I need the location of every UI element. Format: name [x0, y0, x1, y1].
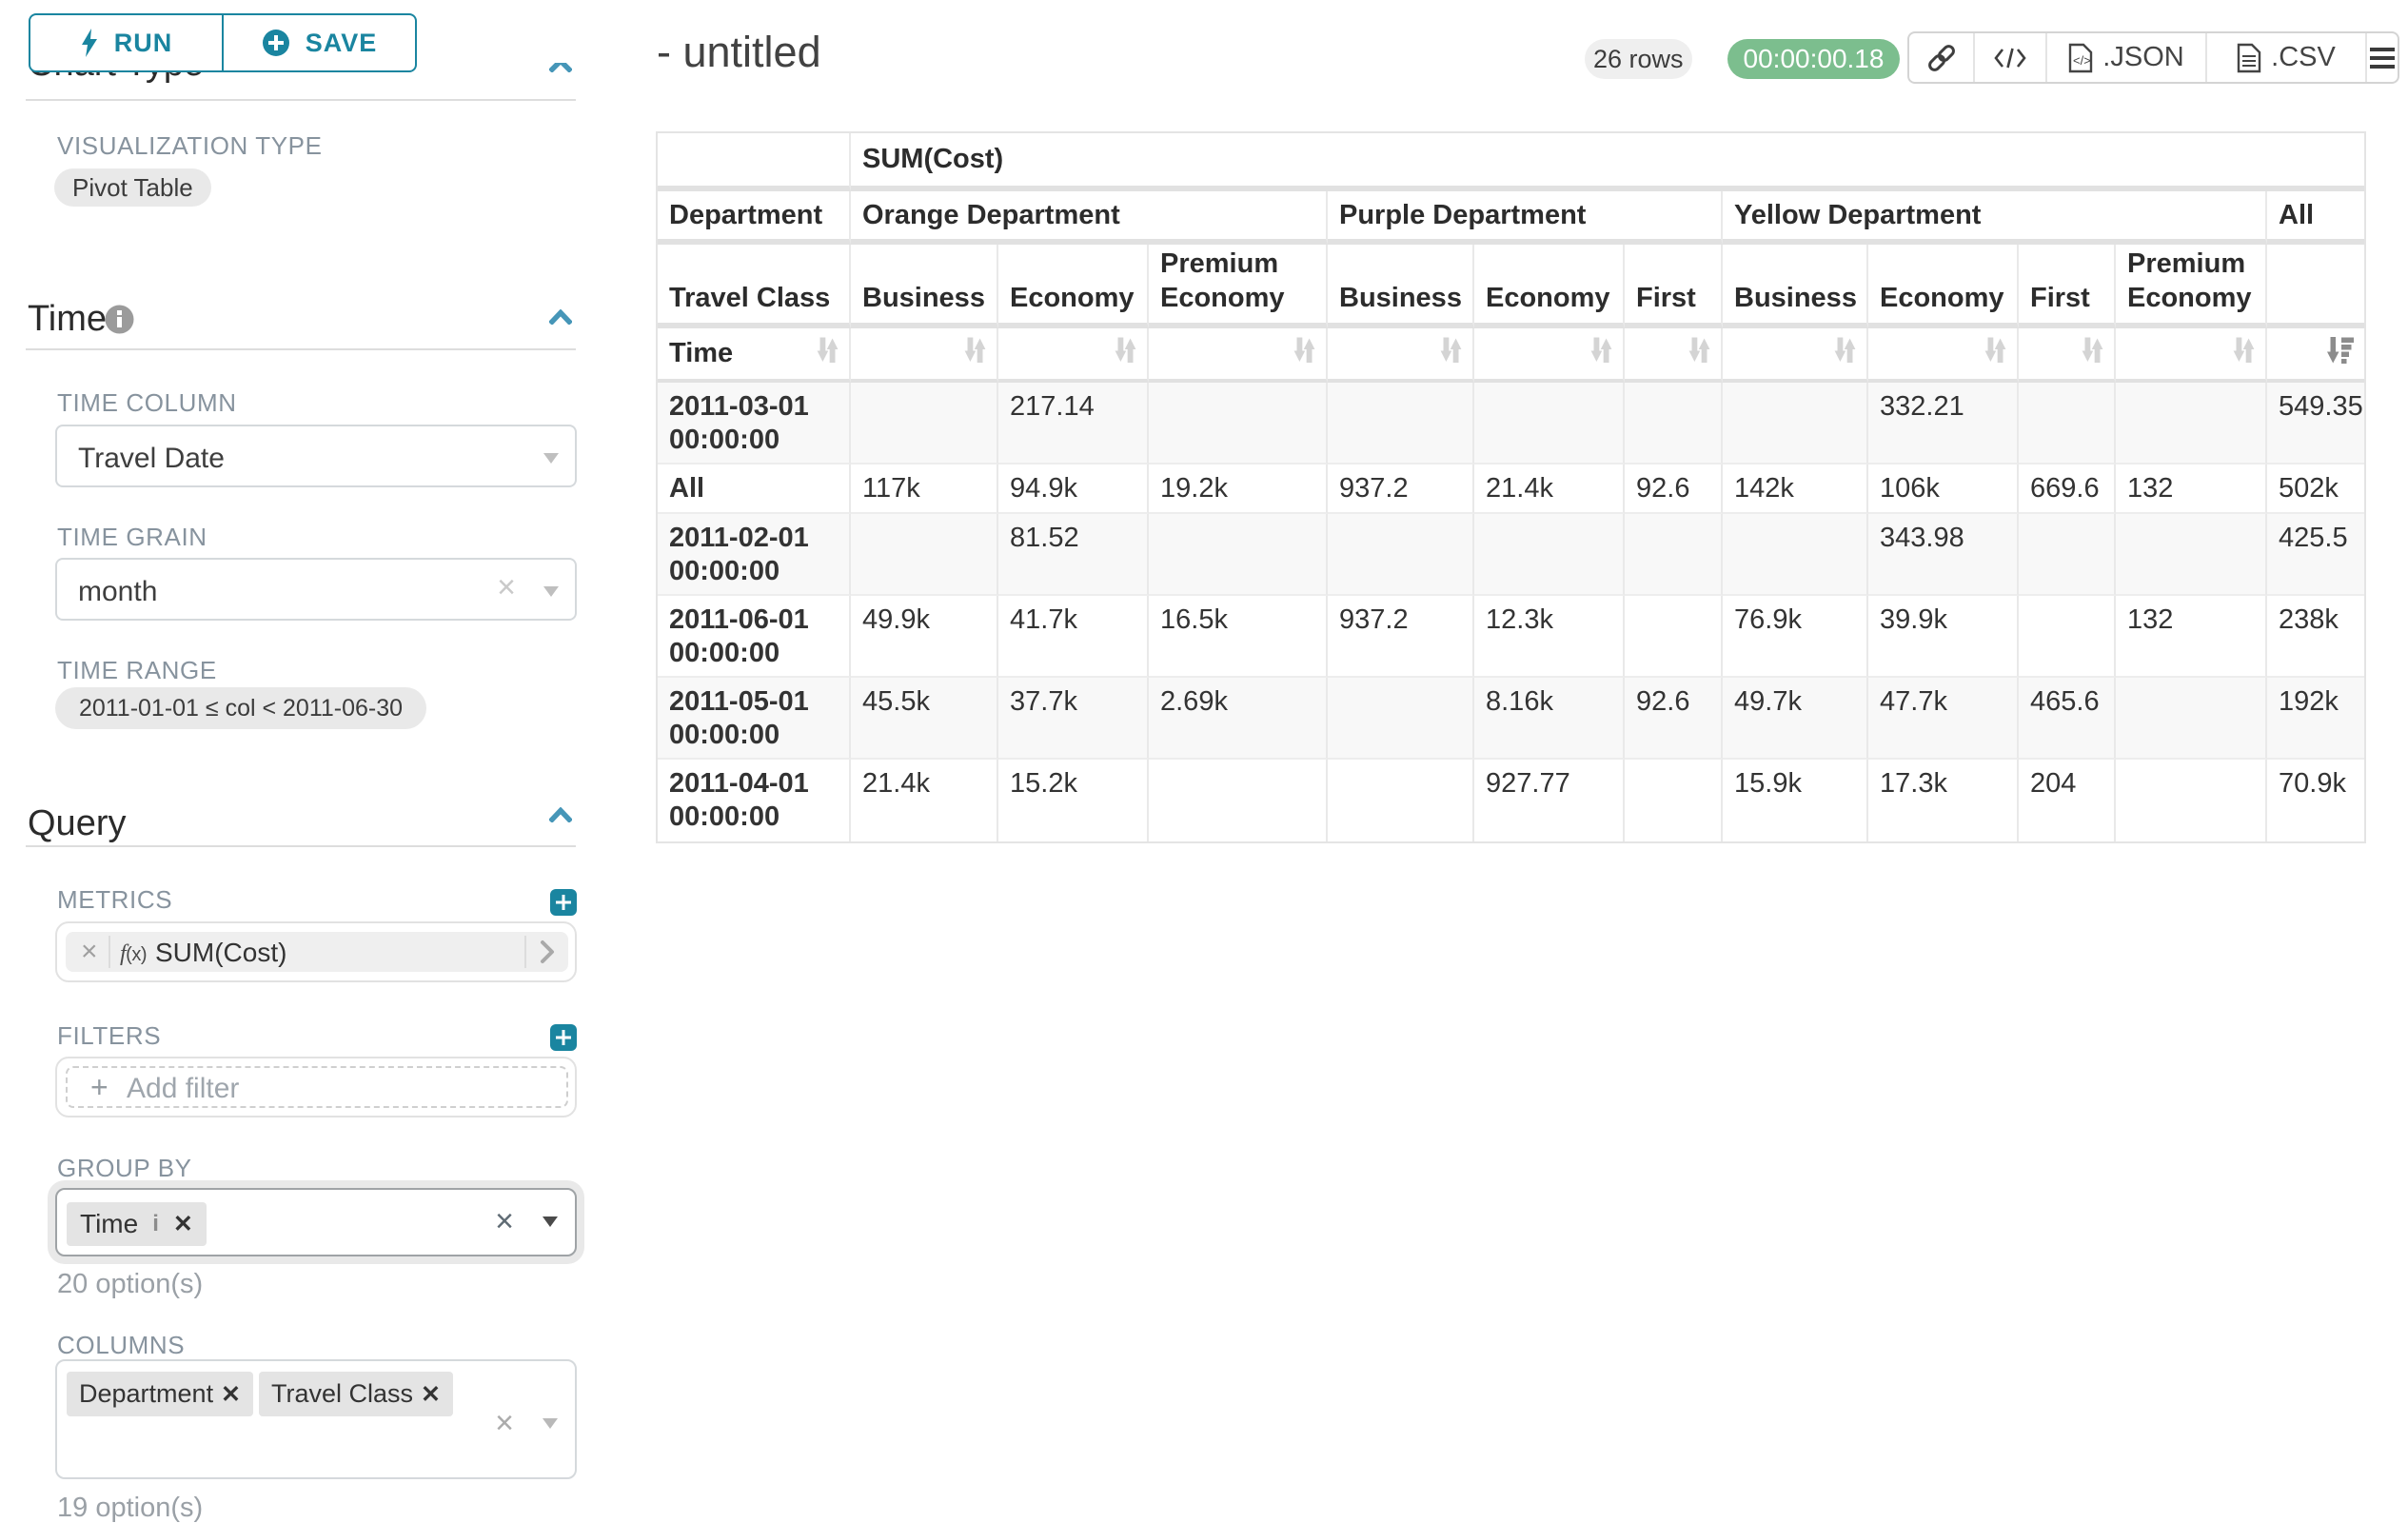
svg-text:</>: </>	[2073, 53, 2091, 68]
